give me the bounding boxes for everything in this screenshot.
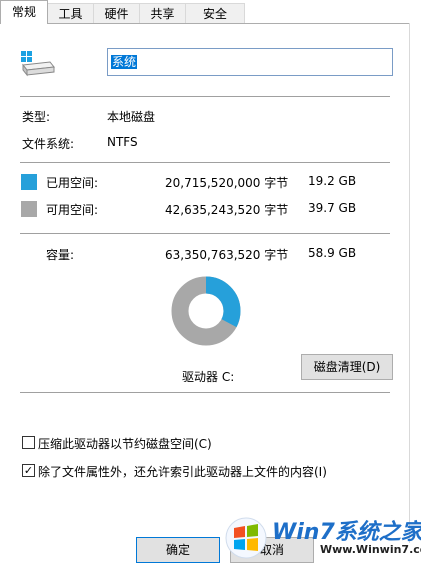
- tab-tools[interactable]: 工具: [47, 3, 94, 23]
- tab-general[interactable]: 常规: [0, 0, 48, 24]
- usage-donut-chart: [171, 276, 241, 346]
- type-value: 本地磁盘: [107, 110, 156, 124]
- separator: [20, 233, 390, 234]
- index-checkbox[interactable]: ✓: [22, 464, 35, 477]
- tab-hardware[interactable]: 硬件: [93, 3, 140, 23]
- used-space-size: 19.2 GB: [308, 174, 357, 188]
- free-space-size: 39.7 GB: [308, 201, 357, 215]
- drive-letter-label: 驱动器 C:: [182, 370, 235, 384]
- watermark: Win7系统之家 Www.Winwin7.com: [220, 510, 421, 563]
- drive-name-value: 系统: [111, 55, 138, 69]
- capacity-size: 58.9 GB: [308, 246, 357, 260]
- type-label: 类型:: [22, 110, 51, 124]
- windows-logo-icon: [225, 517, 267, 559]
- free-space-label: 可用空间:: [46, 203, 99, 217]
- filesystem-label: 文件系统:: [22, 137, 75, 151]
- tab-security[interactable]: 安全: [185, 3, 245, 23]
- separator: [20, 392, 390, 393]
- filesystem-value: NTFS: [107, 135, 138, 149]
- separator: [20, 96, 390, 97]
- capacity-bytes: 63,350,763,520 字节: [165, 248, 289, 262]
- disk-cleanup-button[interactable]: 磁盘清理(D): [301, 354, 393, 380]
- used-space-swatch: [21, 174, 37, 190]
- free-space-bytes: 42,635,243,520 字节: [165, 203, 289, 217]
- separator: [20, 162, 390, 163]
- tab-strip: 常规 工具 硬件 共享 安全: [0, 0, 421, 24]
- compress-checkbox[interactable]: [22, 436, 35, 449]
- compress-checkbox-label[interactable]: 压缩此驱动器以节约磁盘空间(C): [38, 435, 212, 452]
- used-space-bytes: 20,715,520,000 字节: [165, 176, 289, 190]
- index-checkbox-label[interactable]: 除了文件属性外，还允许索引此驱动器上文件的内容(I): [38, 463, 327, 480]
- watermark-title: Win7系统之家: [272, 520, 421, 545]
- capacity-label: 容量:: [46, 248, 75, 262]
- tab-sharing[interactable]: 共享: [139, 3, 186, 23]
- ok-button[interactable]: 确定: [136, 537, 220, 563]
- free-space-swatch: [21, 201, 37, 217]
- drive-icon: [21, 51, 55, 77]
- used-space-label: 已用空间:: [46, 176, 99, 190]
- drive-name-input[interactable]: 系统: [107, 48, 393, 76]
- watermark-url: Www.Winwin7.com: [320, 543, 421, 556]
